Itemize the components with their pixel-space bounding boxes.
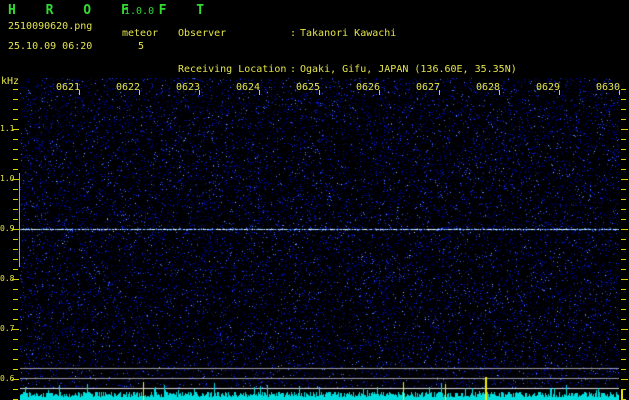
minor-tick xyxy=(13,209,18,210)
y-tick-label: 0.8 xyxy=(0,274,15,283)
spectrogram-canvas xyxy=(20,78,619,400)
time-label: 0623 xyxy=(176,82,201,93)
minor-tick xyxy=(621,319,626,320)
minor-tick xyxy=(13,109,18,110)
minor-tick xyxy=(13,119,18,120)
minor-tick xyxy=(621,339,626,340)
minor-tick xyxy=(13,189,18,190)
minor-tick xyxy=(621,109,626,110)
hrofft-window: H R O F F T 1.0.0 2510090620.png meteor … xyxy=(0,0,629,400)
major-tick xyxy=(12,179,19,180)
time-label: 0624 xyxy=(236,82,261,93)
minor-tick xyxy=(13,159,18,160)
minor-tick xyxy=(13,289,18,290)
major-tick xyxy=(621,329,628,330)
y-tick-label: 1.0 xyxy=(0,174,15,183)
minor-tick xyxy=(621,239,626,240)
time-label: 0626 xyxy=(356,82,381,93)
minor-tick xyxy=(13,139,18,140)
output-filename: 2510090620.png xyxy=(8,21,93,32)
time-label: 0630 xyxy=(596,82,621,93)
minor-tick xyxy=(621,299,626,300)
minor-tick xyxy=(13,89,18,90)
minor-tick xyxy=(13,99,18,100)
minor-tick xyxy=(13,169,18,170)
time-label: 0629 xyxy=(536,82,561,93)
minor-tick xyxy=(621,359,626,360)
mode-label: meteor xyxy=(122,28,159,39)
minor-tick xyxy=(621,309,626,310)
major-tick xyxy=(621,379,628,380)
minor-tick xyxy=(13,199,18,200)
param-value: 5 xyxy=(138,41,145,52)
minor-tick xyxy=(13,349,18,350)
minor-tick xyxy=(621,219,626,220)
major-tick xyxy=(12,229,19,230)
count-band-marker xyxy=(19,173,20,267)
minor-tick xyxy=(621,259,626,260)
major-tick xyxy=(621,229,628,230)
station-value: Ogaki, Gifu, JAPAN (136.60E, 35.35N) xyxy=(300,64,517,75)
timestamp: 25.10.09 06:20 xyxy=(8,41,93,52)
minor-tick xyxy=(13,359,18,360)
minor-tick xyxy=(621,139,626,140)
minor-tick xyxy=(13,339,18,340)
minor-tick xyxy=(13,149,18,150)
minor-tick xyxy=(621,149,626,150)
separator: : xyxy=(290,64,297,75)
minor-tick xyxy=(13,259,18,260)
minor-tick xyxy=(621,269,626,270)
minor-tick xyxy=(13,219,18,220)
minor-tick xyxy=(621,199,626,200)
minor-tick xyxy=(621,209,626,210)
y-tick-label: 1.1 xyxy=(0,124,15,133)
time-label: 0625 xyxy=(296,82,321,93)
major-tick xyxy=(621,129,628,130)
minor-tick xyxy=(621,119,626,120)
minor-tick xyxy=(13,389,18,390)
minor-tick xyxy=(621,249,626,250)
station-label: Receiving Location xyxy=(178,64,287,75)
minor-tick xyxy=(621,369,626,370)
station-row-observer: Observer : Takanori Kawachi xyxy=(178,28,517,40)
minor-tick xyxy=(621,99,626,100)
station-label: Observer xyxy=(178,28,227,39)
major-tick xyxy=(621,279,628,280)
minor-tick xyxy=(621,349,626,350)
minor-tick xyxy=(13,239,18,240)
major-tick xyxy=(12,129,19,130)
minor-tick xyxy=(13,309,18,310)
minor-tick xyxy=(621,89,626,90)
major-tick xyxy=(12,279,19,280)
y-tick-label: 0.7 xyxy=(0,324,15,333)
time-label: 0628 xyxy=(476,82,501,93)
time-label: 0621 xyxy=(56,82,81,93)
minor-tick xyxy=(13,299,18,300)
y-axis-unit: kHz xyxy=(1,76,20,87)
time-label: 0622 xyxy=(116,82,141,93)
time-label: 0627 xyxy=(416,82,441,93)
station-value: Takanori Kawachi xyxy=(300,28,397,39)
minor-tick xyxy=(621,189,626,190)
separator: : xyxy=(290,28,297,39)
app-version: 1.0.0 xyxy=(124,6,155,17)
minor-tick xyxy=(13,269,18,270)
major-tick xyxy=(12,329,19,330)
station-row-location: Receiving Location : Ogaki, Gifu, JAPAN … xyxy=(178,64,517,76)
minor-tick xyxy=(621,169,626,170)
y-tick-label: 0.6 xyxy=(0,374,15,383)
minor-tick xyxy=(13,319,18,320)
minor-tick xyxy=(13,369,18,370)
minor-tick xyxy=(621,389,626,390)
major-tick xyxy=(12,379,19,380)
minor-tick xyxy=(621,289,626,290)
major-tick xyxy=(621,179,628,180)
minor-tick xyxy=(13,249,18,250)
y-tick-label: 0.9 xyxy=(0,224,15,233)
minor-tick xyxy=(621,159,626,160)
